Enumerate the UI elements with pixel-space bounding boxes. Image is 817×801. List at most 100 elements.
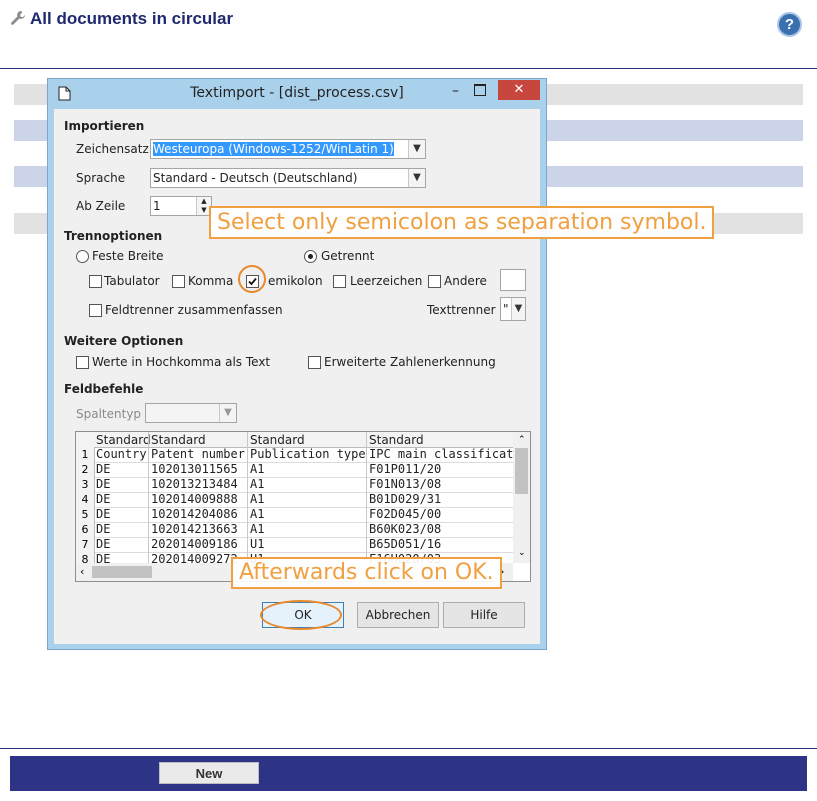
texttrenner-label: Texttrenner xyxy=(427,303,496,317)
header-divider xyxy=(0,68,817,69)
table-cell: F01P011/20 xyxy=(369,462,442,476)
table-header: Standard Standard Standard Standard xyxy=(76,432,513,448)
column-type[interactable]: Standard xyxy=(369,433,424,447)
table-cell: A1 xyxy=(250,492,265,506)
section-trennoptionen: Trennoptionen xyxy=(64,229,163,243)
chevron-down-icon[interactable]: ▼ xyxy=(408,169,425,187)
getrennt-radio[interactable] xyxy=(304,250,317,263)
table-cell: DE xyxy=(96,462,111,476)
chevron-up-icon[interactable]: ⌃ xyxy=(518,435,526,445)
table-cell: DE xyxy=(96,522,111,536)
andere-label: Andere xyxy=(444,274,487,288)
row-number[interactable]: 5 xyxy=(76,507,95,523)
scrollbar-thumb[interactable] xyxy=(92,566,152,578)
leerzeichen-checkbox[interactable] xyxy=(333,275,346,288)
semikolon-label: emikolon xyxy=(268,274,323,288)
texttrenner-select[interactable]: " ▼ xyxy=(500,297,526,321)
column-type[interactable]: Standard xyxy=(151,433,206,447)
table-cell: DE xyxy=(96,477,111,491)
vertical-scrollbar[interactable]: ⌃ ⌄ xyxy=(513,432,530,563)
spaltentyp-label: Spaltentyp xyxy=(76,407,142,421)
dialog-title: Textimport - [dist_process.csv] xyxy=(190,85,404,101)
table-cell: B60K023/08 xyxy=(369,522,442,536)
table-cell: DE xyxy=(96,507,111,521)
help-icon[interactable]: ? xyxy=(777,12,802,37)
footer-bar xyxy=(10,756,807,791)
row-number[interactable]: 6 xyxy=(76,522,95,538)
close-icon[interactable]: ✕ xyxy=(498,80,540,100)
table-cell: DE xyxy=(96,537,111,551)
column-divider xyxy=(148,432,149,563)
sprache-label: Sprache xyxy=(76,171,126,185)
column-divider xyxy=(247,432,248,563)
row-number[interactable]: 1 xyxy=(76,447,95,463)
table-cell: 202014009186 xyxy=(151,537,238,551)
row-number[interactable]: 4 xyxy=(76,492,95,508)
texttrenner-value: " xyxy=(503,302,509,316)
column-divider xyxy=(366,432,367,563)
feste-breite-label: Feste Breite xyxy=(92,249,164,263)
table-cell: 102014009888 xyxy=(151,492,238,506)
table-cell: A1 xyxy=(250,477,265,491)
new-button[interactable]: New xyxy=(159,762,259,784)
zahlen-checkbox[interactable] xyxy=(308,356,321,369)
column-type[interactable]: Standard xyxy=(250,433,305,447)
section-feldbefehle: Feldbefehle xyxy=(64,382,144,396)
table-cell: B65D051/16 xyxy=(369,537,442,551)
table-cell: 102013011565 xyxy=(151,462,238,476)
andere-checkbox[interactable] xyxy=(428,275,441,288)
zeichensatz-value: Westeuropa (Windows-1252/WinLatin 1) xyxy=(153,142,394,156)
getrennt-label: Getrennt xyxy=(321,249,375,263)
table-cell: Publication type xyxy=(250,447,366,461)
feste-breite-radio[interactable] xyxy=(76,250,89,263)
column-type[interactable]: Standard xyxy=(96,433,151,447)
row-number[interactable]: 3 xyxy=(76,477,95,493)
scrollbar-thumb[interactable] xyxy=(515,448,528,494)
radio-dot xyxy=(308,254,313,259)
chevron-down-icon[interactable]: ⌄ xyxy=(518,548,526,558)
zeichensatz-select[interactable]: Westeuropa (Windows-1252/WinLatin 1) ▼ xyxy=(150,139,426,159)
separator-callout: Select only semicolon as separation symb… xyxy=(209,206,715,239)
tabulator-label: Tabulator xyxy=(104,274,160,288)
table-cell: 102014204086 xyxy=(151,507,238,521)
komma-checkbox[interactable] xyxy=(172,275,185,288)
table-cell: Patent number xyxy=(151,447,245,461)
ok-highlight-ring xyxy=(260,600,342,630)
chevron-left-icon[interactable]: ‹ xyxy=(80,565,84,578)
section-weitere-optionen: Weitere Optionen xyxy=(64,334,184,348)
chevron-down-icon[interactable]: ▼ xyxy=(408,140,425,158)
table-cell: 102013213484 xyxy=(151,477,238,491)
table-cell: 102014213663 xyxy=(151,522,238,536)
row-number[interactable]: 7 xyxy=(76,537,95,553)
table-cell: A1 xyxy=(250,522,265,536)
chevron-down-icon[interactable]: ▼ xyxy=(511,298,525,320)
komma-label: Komma xyxy=(188,274,234,288)
spaltentyp-select[interactable]: ▼ xyxy=(145,403,237,423)
minimize-icon[interactable]: – xyxy=(452,83,464,99)
sprache-value: Standard - Deutsch (Deutschland) xyxy=(153,171,358,185)
table-cell: IPC main classificati xyxy=(369,447,513,461)
table-cell: B01D029/31 xyxy=(369,492,442,506)
row-number[interactable]: 2 xyxy=(76,462,95,478)
hochkomma-checkbox[interactable] xyxy=(76,356,89,369)
ok-callout: Afterwards click on OK. xyxy=(231,557,502,589)
hilfe-button[interactable]: Hilfe xyxy=(443,602,525,628)
footer-divider xyxy=(0,748,817,749)
sprache-select[interactable]: Standard - Deutsch (Deutschland) ▼ xyxy=(150,168,426,188)
andere-input[interactable] xyxy=(500,269,526,291)
chevron-down-icon[interactable]: ▼ xyxy=(219,404,236,422)
zahlen-label: Erweiterte Zahlenerkennung xyxy=(324,355,496,369)
feldtrenner-checkbox[interactable] xyxy=(89,304,102,317)
abbrechen-button[interactable]: Abbrechen xyxy=(357,602,439,628)
maximize-icon[interactable] xyxy=(474,84,486,96)
leerzeichen-label: Leerzeichen xyxy=(350,274,423,288)
ab-zeile-label: Ab Zeile xyxy=(76,199,126,213)
ab-zeile-spinner[interactable]: 1 ▲ ▼ xyxy=(150,196,212,216)
tabulator-checkbox[interactable] xyxy=(89,275,102,288)
table-cell: A1 xyxy=(250,507,265,521)
table-cell: A1 xyxy=(250,462,265,476)
table-cell: F01N013/08 xyxy=(369,477,442,491)
table-cell: F02D045/00 xyxy=(369,507,442,521)
page-title: All documents in circular xyxy=(30,9,234,28)
dialog-titlebar[interactable]: Textimport - [dist_process.csv] – ✕ xyxy=(48,79,546,108)
